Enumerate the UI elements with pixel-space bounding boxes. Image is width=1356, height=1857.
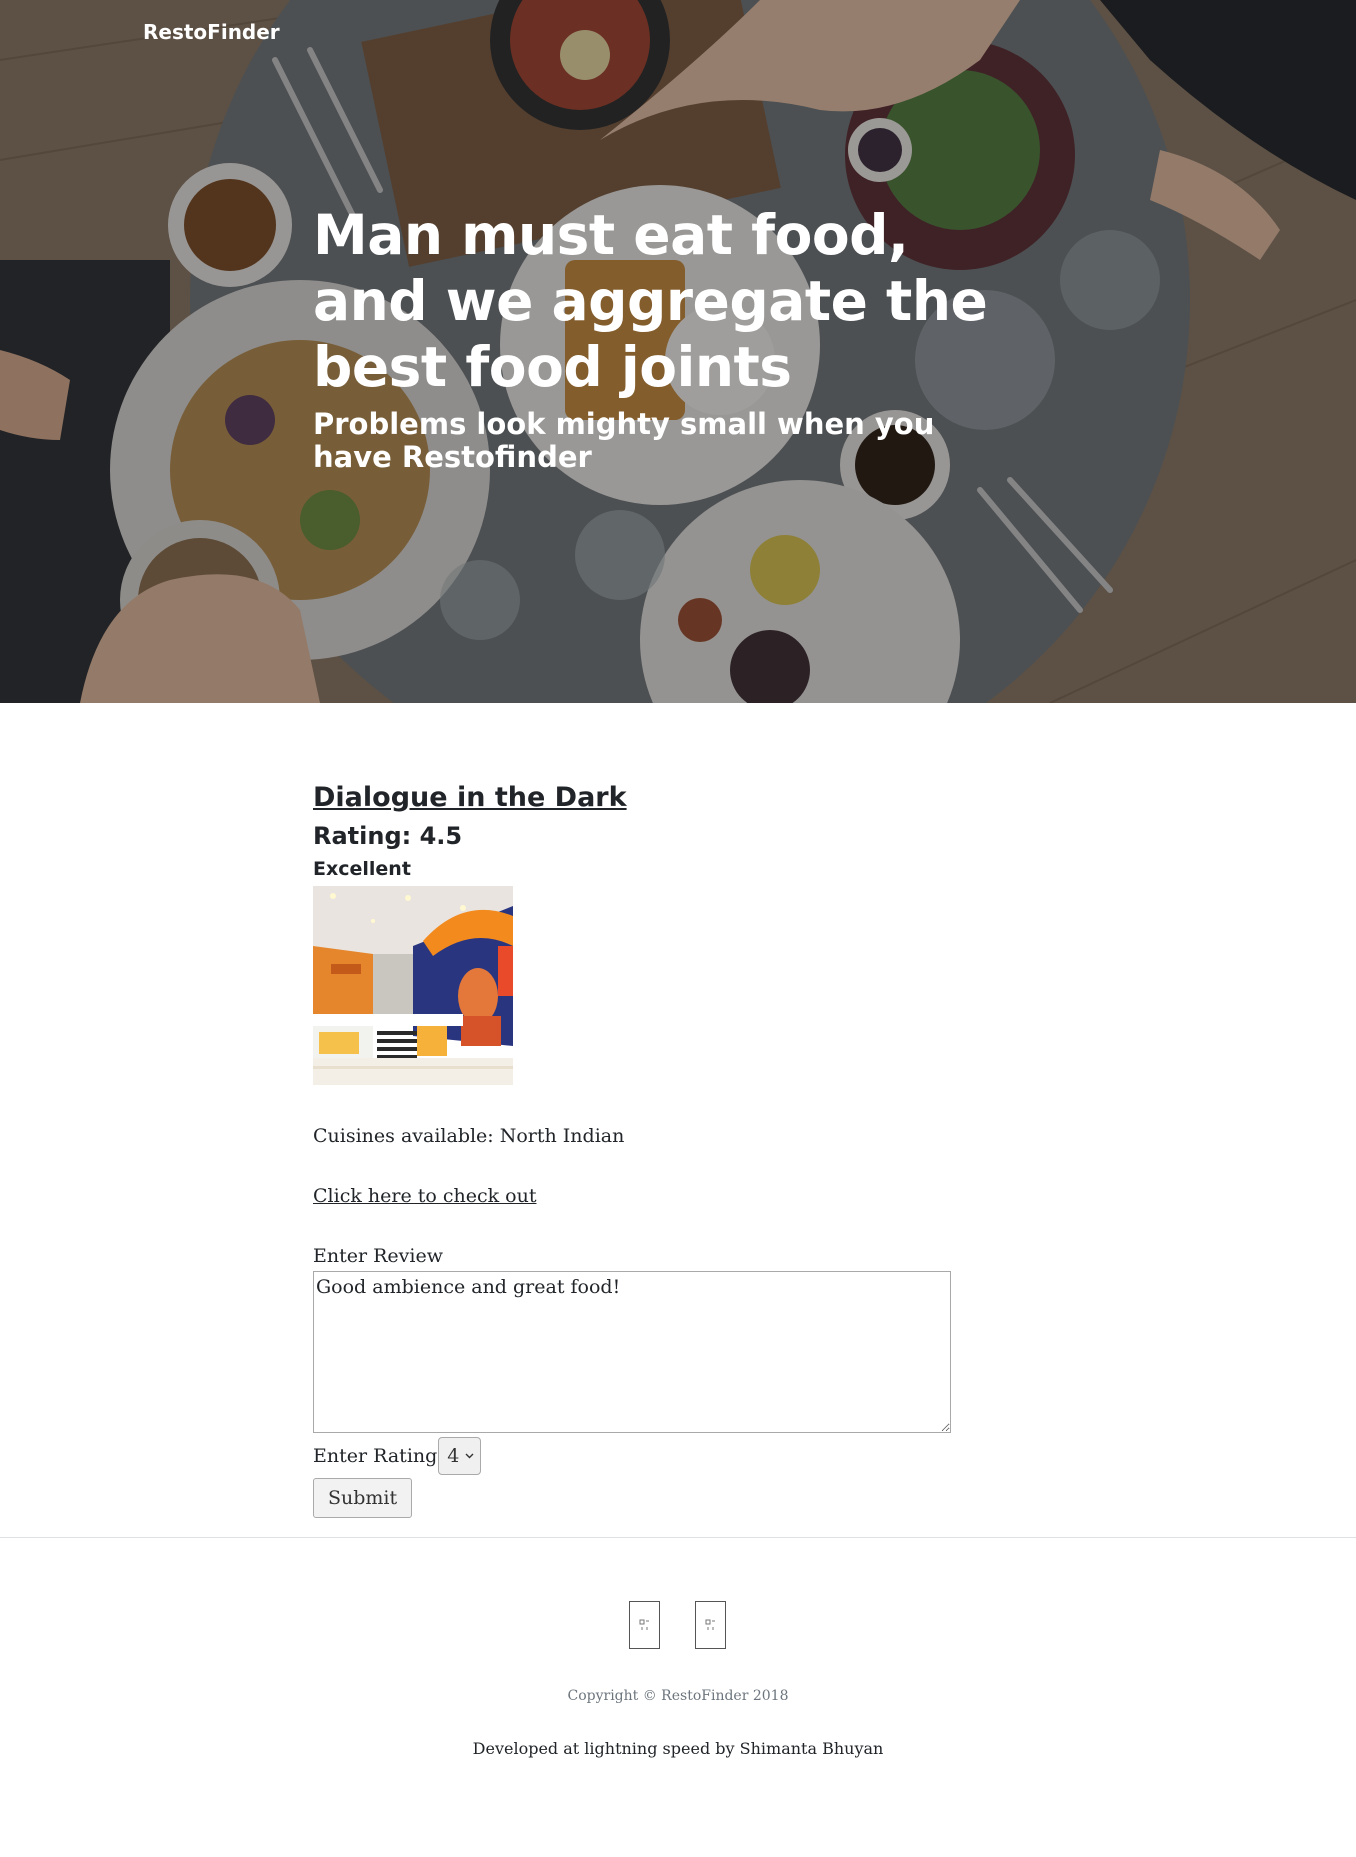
hero-heading: Man must eat food, and we aggregate the … bbox=[313, 203, 988, 399]
review-textarea[interactable]: Good ambience and great food! bbox=[313, 1271, 951, 1433]
submit-button[interactable]: Submit bbox=[313, 1478, 413, 1518]
broken-image-icon bbox=[705, 1619, 715, 1630]
hero-header: RestoFinder Man must eat food, and we ag… bbox=[0, 0, 1356, 703]
restaurant-details: Dialogue in the Dark Rating: 4.5 Excelle… bbox=[313, 780, 1013, 1518]
rating-select[interactable]: 4 bbox=[438, 1437, 482, 1475]
checkout-link[interactable]: Click here to check out bbox=[313, 1181, 536, 1211]
rating-text: Excellent bbox=[313, 858, 411, 880]
chevron-down-icon bbox=[465, 1453, 474, 1459]
cuisines-text: Cuisines available: North Indian bbox=[313, 1125, 625, 1147]
hero-subheading: Problems look mighty small when you have… bbox=[313, 407, 935, 474]
broken-image-icon bbox=[639, 1619, 649, 1630]
footer: Copyright © RestoFinder 2018 Developed a… bbox=[0, 1537, 1356, 1857]
social-links bbox=[629, 1601, 726, 1649]
copyright-text: Copyright © RestoFinder 2018 bbox=[567, 1688, 789, 1704]
broken-image-icon[interactable] bbox=[695, 1601, 726, 1649]
restaurant-image bbox=[313, 886, 513, 1085]
rating-label: Enter Rating bbox=[313, 1445, 438, 1467]
brand-logo-link[interactable]: RestoFinder bbox=[143, 20, 280, 44]
rating-select-value: 4 bbox=[447, 1445, 460, 1467]
rating-row: Enter Rating 4 bbox=[313, 1437, 1013, 1475]
broken-image-icon[interactable] bbox=[629, 1601, 660, 1649]
restaurant-name-link[interactable]: Dialogue in the Dark bbox=[313, 780, 627, 816]
restaurant-rating: Rating: 4.5 bbox=[313, 822, 463, 850]
developer-credit: Developed at lightning speed by Shimanta… bbox=[472, 1739, 884, 1758]
review-label: Enter Review bbox=[313, 1245, 443, 1267]
